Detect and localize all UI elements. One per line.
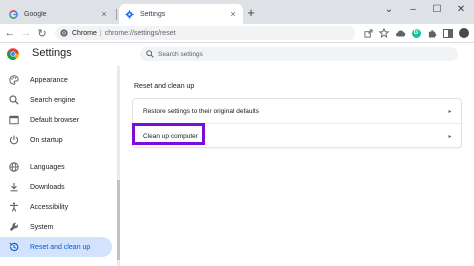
window-controls: ⌄ – ☐ ✕: [382, 4, 468, 15]
reading-list-icon[interactable]: [442, 26, 454, 40]
toolbar-actions: G: [362, 26, 474, 40]
chevron-right-icon: ▸: [448, 108, 452, 115]
url-text[interactable]: chrome://settings/reset: [105, 30, 176, 37]
forward-button[interactable]: →: [18, 25, 34, 41]
tab-settings[interactable]: Settings ×: [119, 4, 243, 24]
sidebar-item-on-startup[interactable]: On startup: [0, 130, 116, 150]
sidebar-item-label: Appearance: [30, 76, 68, 84]
grammarly-extension-icon[interactable]: G: [411, 28, 421, 38]
url-separator: |: [99, 29, 102, 37]
tab-divider: [116, 9, 117, 20]
sidebar-item-appearance[interactable]: Appearance: [0, 70, 116, 90]
google-icon: [9, 9, 18, 19]
sidebar-scrollbar-thumb[interactable]: [117, 180, 120, 260]
sidebar-item-system[interactable]: System: [0, 217, 116, 237]
sidebar-item-label: System: [30, 223, 54, 231]
settings-header: Settings: [0, 43, 474, 65]
power-icon: [9, 135, 19, 145]
browser-window-icon: [9, 115, 19, 125]
chrome-icon: [60, 29, 68, 37]
palette-icon: [9, 75, 19, 85]
sidebar-item-search-engine[interactable]: Search engine: [0, 90, 116, 110]
tab-title: Google: [24, 10, 47, 18]
close-window-button[interactable]: ✕: [454, 4, 468, 15]
sidebar-item-label: Accessibility: [30, 203, 69, 211]
search-input[interactable]: [158, 50, 438, 58]
sidebar-item-label: Reset and clean up: [30, 243, 91, 251]
download-icon: [9, 182, 19, 192]
sidebar-item-label: Downloads: [30, 183, 65, 191]
search-icon: [146, 50, 154, 58]
sidebar-item-label: Default browser: [30, 116, 80, 124]
profile-wrap: [458, 26, 470, 40]
close-tab-icon[interactable]: ×: [98, 9, 110, 19]
reset-history-icon: [9, 242, 19, 252]
sidebar-item-reset-and-clean-up[interactable]: Reset and clean up: [0, 237, 112, 257]
section-title: Reset and clean up: [134, 83, 195, 90]
chevron-right-icon: ▸: [448, 133, 452, 140]
sidebar-item-label: Search engine: [30, 96, 76, 104]
site-name: Chrome: [72, 29, 97, 37]
back-button[interactable]: ←: [2, 25, 18, 41]
address-bar[interactable]: Chrome | chrome://settings/reset: [55, 26, 355, 40]
sidebar-item-label: Languages: [30, 163, 65, 171]
minimize-button[interactable]: –: [406, 4, 420, 15]
sidebar-item-label: On startup: [30, 136, 63, 144]
settings-search[interactable]: [140, 47, 458, 61]
cloud-extension-icon[interactable]: [394, 26, 406, 40]
close-tab-icon[interactable]: ×: [227, 9, 239, 19]
accessibility-icon: [9, 202, 19, 212]
settings-sidebar: Appearance Search engine Default browser…: [0, 70, 116, 257]
sidebar-item-accessibility[interactable]: Accessibility: [0, 197, 116, 217]
tab-title: Settings: [140, 10, 166, 18]
new-tab-button[interactable]: +: [244, 6, 258, 20]
tab-strip: Google × Settings × + ⌄ – ☐ ✕: [0, 0, 474, 24]
bookmark-star-icon[interactable]: [378, 26, 390, 40]
page-title: Settings: [32, 47, 72, 59]
row-label: Restore settings to their original defau…: [143, 107, 259, 115]
reload-button[interactable]: ↻: [34, 25, 50, 41]
chrome-logo-icon: [7, 48, 19, 60]
grammarly-extension-wrap: G: [410, 26, 422, 40]
restore-defaults-row[interactable]: Restore settings to their original defau…: [133, 99, 461, 123]
share-icon[interactable]: [362, 26, 374, 40]
globe-icon: [9, 162, 19, 172]
extensions-puzzle-icon[interactable]: [426, 26, 438, 40]
tab-search-icon[interactable]: ⌄: [382, 4, 396, 15]
wrench-icon: [9, 222, 19, 232]
sidebar-item-default-browser[interactable]: Default browser: [0, 110, 116, 130]
highlight-box: [132, 123, 205, 145]
settings-gear-icon: [125, 9, 134, 19]
browser-toolbar: ← → ↻ Chrome | chrome://settings/reset G: [0, 24, 474, 42]
sidebar-item-downloads[interactable]: Downloads: [0, 177, 116, 197]
tab-google[interactable]: Google ×: [4, 4, 114, 24]
sidebar-item-languages[interactable]: Languages: [0, 157, 116, 177]
search-icon: [9, 95, 19, 105]
maximize-button[interactable]: ☐: [430, 4, 444, 15]
avatar[interactable]: [459, 28, 469, 38]
